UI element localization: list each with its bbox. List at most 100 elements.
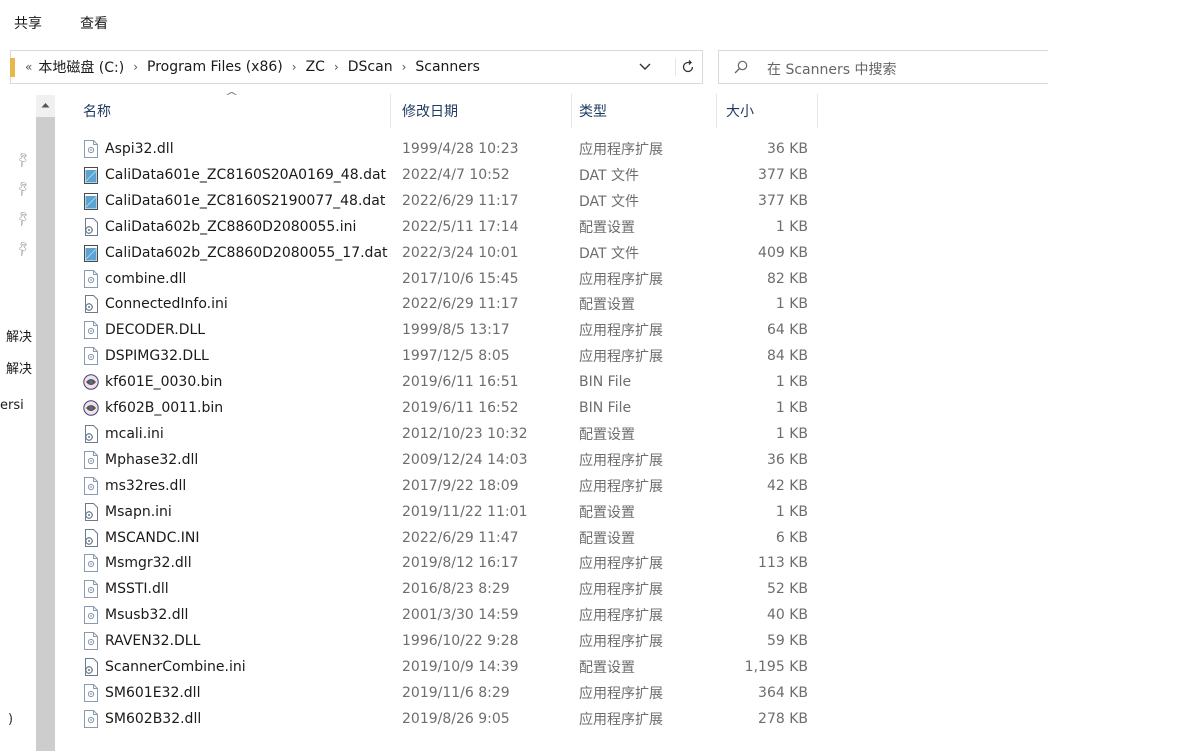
column-divider[interactable] (571, 94, 572, 128)
scroll-up-arrow-icon[interactable] (36, 95, 55, 115)
file-name-cell[interactable]: DSPIMG32.DLL (83, 343, 209, 369)
file-name-cell[interactable]: SM601E32.dll (83, 680, 200, 706)
column-header-size[interactable]: 大小 (726, 94, 754, 128)
column-divider[interactable] (716, 94, 717, 128)
file-row[interactable]: SM602B32.dll 2019/8/26 9:05 应用程序扩展 278 KB (66, 706, 826, 732)
file-type-cell: 应用程序扩展 (579, 634, 663, 651)
file-name: Mphase32.dll (105, 451, 199, 468)
file-name-cell[interactable]: SM602B32.dll (83, 706, 201, 732)
nav-item-label[interactable]: ersi (0, 398, 30, 413)
file-name-cell[interactable]: mcali.ini (83, 421, 164, 447)
breadcrumb-item-zc[interactable]: ZC (306, 59, 325, 75)
file-name-cell[interactable]: combine.dll (83, 266, 186, 292)
file-row[interactable]: MSCANDC.INI 2022/6/29 11:47 配置设置 6 KB (66, 525, 826, 551)
file-name-cell[interactable]: CaliData601e_ZC8160S2190077_48.dat (83, 188, 385, 214)
breadcrumb-item-program-files[interactable]: Program Files (x86) (147, 59, 283, 75)
file-row[interactable]: MSSTI.dll 2016/8/23 8:29 应用程序扩展 52 KB (66, 576, 826, 602)
file-name-cell[interactable]: Msapn.ini (83, 499, 172, 525)
file-size-cell: 59 KB (766, 633, 808, 650)
file-name-cell[interactable]: MSSTI.dll (83, 576, 169, 602)
nav-item-label[interactable]: 解决 (6, 326, 36, 345)
file-row[interactable]: Msusb32.dll 2001/3/30 14:59 应用程序扩展 40 KB (66, 602, 826, 628)
file-row[interactable]: RAVEN32.DLL 1996/10/22 9:28 应用程序扩展 59 KB (66, 628, 826, 654)
breadcrumb-overflow-button[interactable]: « (25, 60, 32, 74)
dll-file-icon (83, 709, 99, 728)
file-row[interactable]: DSPIMG32.DLL 1997/12/5 8:05 应用程序扩展 84 KB (66, 343, 826, 369)
file-type-cell: 应用程序扩展 (579, 323, 663, 340)
file-row[interactable]: mcali.ini 2012/10/23 10:32 配置设置 1 KB (66, 421, 826, 447)
breadcrumb-separator-icon[interactable]: › (402, 60, 407, 74)
file-row[interactable]: Aspi32.dll 1999/4/28 10:23 应用程序扩展 36 KB (66, 136, 826, 162)
file-name-cell[interactable]: Msmgr32.dll (83, 550, 192, 576)
file-size-cell: 84 KB (766, 348, 808, 365)
file-name: DSPIMG32.DLL (105, 348, 209, 365)
breadcrumb-separator-icon[interactable]: › (133, 60, 138, 74)
chevron-down-icon[interactable] (636, 58, 654, 76)
tab-share[interactable]: 共享 (14, 13, 42, 33)
column-divider[interactable] (817, 94, 818, 128)
file-row[interactable]: ms32res.dll 2017/9/22 18:09 应用程序扩展 42 KB (66, 473, 826, 499)
nav-scrollbar-thumb[interactable] (36, 117, 55, 751)
file-row[interactable]: CaliData601e_ZC8160S20A0169_48.dat 2022/4… (66, 162, 826, 188)
dll-file-icon (83, 269, 99, 288)
file-row[interactable]: SM601E32.dll 2019/11/6 8:29 应用程序扩展 364 KB (66, 680, 826, 706)
file-name-cell[interactable]: RAVEN32.DLL (83, 628, 200, 654)
file-date-cell: 1997/12/5 8:05 (402, 348, 510, 365)
file-name-cell[interactable]: MSCANDC.INI (83, 525, 200, 551)
file-row[interactable]: kf602B_0011.bin 2019/6/11 16:52 BIN File 1 … (66, 395, 826, 421)
tab-view[interactable]: 查看 (80, 13, 108, 33)
file-date-cell: 1999/8/5 13:17 (402, 322, 510, 339)
pin-icon[interactable]: 📌︎ (14, 179, 33, 198)
column-header-date[interactable]: 修改日期 (402, 94, 458, 128)
file-type-cell: 应用程序扩展 (579, 711, 663, 728)
file-row[interactable]: DECODER.DLL 1999/8/5 13:17 应用程序扩展 64 KB (66, 317, 826, 343)
file-name-cell[interactable]: ms32res.dll (83, 473, 186, 499)
breadcrumb-item-dscan[interactable]: DScan (348, 59, 393, 75)
breadcrumb: « 本地磁盘 (C:) › Program Files (x86) › ZC ›… (25, 51, 480, 83)
refresh-icon[interactable] (675, 58, 695, 76)
file-name: ConnectedInfo.ini (105, 296, 228, 313)
file-name-cell[interactable]: CaliData602b_ZC8860D2080055_17.dat (83, 240, 388, 266)
file-name-cell[interactable]: kf601E_0030.bin (83, 369, 222, 395)
breadcrumb-item-scanners[interactable]: Scanners (415, 59, 480, 75)
column-divider[interactable] (390, 94, 391, 128)
column-header-type[interactable]: 类型 (579, 94, 607, 128)
column-header-name[interactable]: 名称 (83, 94, 111, 128)
file-row[interactable]: CaliData602b_ZC8860D2080055_17.dat 2022/3… (66, 240, 826, 266)
file-name-cell[interactable]: CaliData602b_ZC8860D2080055.ini (83, 214, 356, 240)
nav-item-label[interactable]: 解决 (6, 358, 36, 377)
file-row[interactable]: ConnectedInfo.ini 2022/6/29 11:17 配置设置 1 KB (66, 291, 826, 317)
file-row[interactable]: Mphase32.dll 2009/12/24 14:03 应用程序扩展 36 KB (66, 447, 826, 473)
file-name-cell[interactable]: Msusb32.dll (83, 602, 188, 628)
breadcrumb-item-drive[interactable]: 本地磁盘 (C:) (38, 57, 124, 77)
file-name-cell[interactable]: Aspi32.dll (83, 136, 174, 162)
pin-icon[interactable]: 📌︎ (14, 209, 33, 228)
file-type-cell: 配置设置 (579, 297, 635, 314)
pin-icon[interactable]: 📌︎ (14, 150, 33, 169)
file-date-cell: 2019/6/11 16:52 (402, 400, 519, 416)
file-name-cell[interactable]: DECODER.DLL (83, 317, 205, 343)
file-row[interactable]: CaliData602b_ZC8860D2080055.ini 2022/5/11… (66, 214, 826, 240)
file-size-cell: 36 KB (766, 451, 808, 468)
file-name-cell[interactable]: Mphase32.dll (83, 447, 198, 473)
file-name-cell[interactable]: CaliData601e_ZC8160S20A0169_48.dat (83, 162, 386, 188)
search-input[interactable]: 在 Scanners 中搜索 (718, 50, 1048, 84)
dat-file-icon (83, 244, 99, 262)
file-row[interactable]: combine.dll 2017/10/6 15:45 应用程序扩展 82 KB (66, 266, 826, 292)
file-row[interactable]: Msmgr32.dll 2019/8/12 16:17 应用程序扩展 113 KB (66, 550, 826, 576)
file-row[interactable]: kf601E_0030.bin 2019/6/11 16:51 BIN File 1 … (66, 369, 826, 395)
file-date-cell: 2001/3/30 14:59 (402, 607, 519, 624)
nav-item-label[interactable]: ) (8, 712, 13, 727)
breadcrumb-separator-icon[interactable]: › (334, 60, 339, 74)
file-name: MSSTI.dll (105, 581, 169, 598)
search-icon (734, 60, 748, 74)
file-name-cell[interactable]: ConnectedInfo.ini (83, 291, 228, 317)
breadcrumb-separator-icon[interactable]: › (292, 60, 297, 74)
file-row[interactable]: CaliData601e_ZC8160S2190077_48.dat 2022/6… (66, 188, 826, 214)
file-row[interactable]: ScannerCombine.ini 2019/10/9 14:39 配置设置 1,1… (66, 654, 826, 680)
file-row[interactable]: Msapn.ini 2019/11/22 11:01 配置设置 1 KB (66, 499, 826, 525)
pin-icon[interactable]: 📌︎ (14, 239, 33, 258)
file-name-cell[interactable]: ScannerCombine.ini (83, 654, 246, 680)
address-bar[interactable]: « 本地磁盘 (C:) › Program Files (x86) › ZC ›… (10, 50, 703, 84)
file-name-cell[interactable]: kf602B_0011.bin (83, 395, 223, 421)
